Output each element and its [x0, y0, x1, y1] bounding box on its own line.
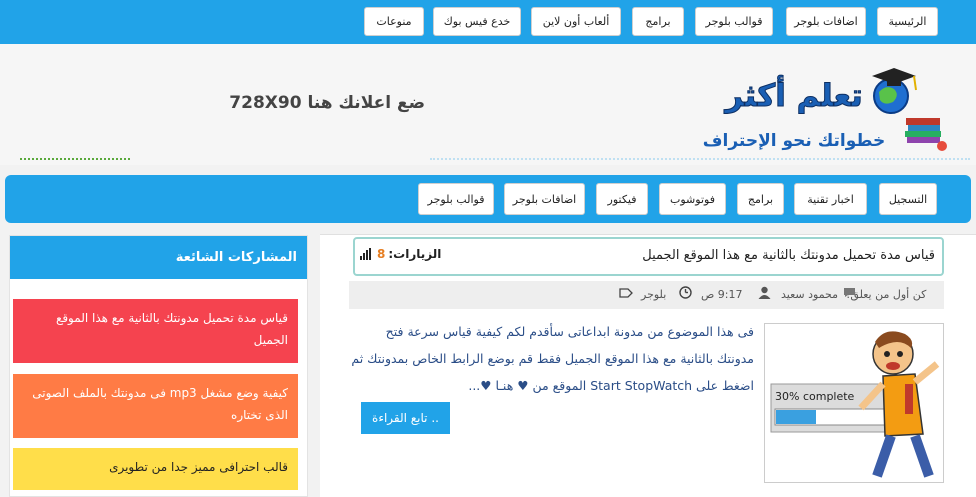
post-thumbnail[interactable]: 30% complete [764, 323, 944, 483]
top-menu-programs[interactable]: برامج [632, 7, 684, 36]
sidebar-title: المشاركات الشائعة [10, 236, 307, 279]
nav-vector[interactable]: فيكتور [596, 183, 648, 215]
nav-blogger-templates[interactable]: قوالب بلوجر [418, 183, 494, 215]
logo-graphic: تعلم أكثر خطواتك نحو الإحتراف [703, 68, 947, 151]
post-title[interactable]: قياس مدة تحميل مدونتك بالثانية مع هذا ال… [642, 248, 935, 263]
top-menu-bar: الرئيسية اضافات بلوجر قوالب بلوجر برامج … [0, 0, 976, 44]
main-nav-bar: التسجيل اخبار تقنية برامج فوتوشوب فيكتور… [5, 175, 971, 223]
nav-register[interactable]: التسجيل [879, 183, 937, 215]
post-time: 9:17 ص [701, 288, 743, 301]
post-title-box[interactable]: قياس مدة تحميل مدونتك بالثانية مع هذا ال… [353, 237, 944, 276]
sidebar-popular-posts: المشاركات الشائعة قياس مدة تحميل مدونتك … [9, 235, 308, 497]
site-logo[interactable]: تعلم أكثر خطواتك نحو الإحتراف [694, 62, 954, 162]
nav-blogger-addons[interactable]: اضافات بلوجر [504, 183, 585, 215]
comments-link[interactable]: كن أول من يعلق! [846, 288, 926, 301]
tag-icon [619, 288, 633, 298]
popular-post-item[interactable]: قياس مدة تحميل مدونتك بالثانية مع هذا ال… [13, 299, 298, 363]
visits-count: 8 [377, 247, 386, 261]
post-author[interactable]: محمود سعيد [781, 288, 838, 301]
popular-post-item[interactable]: كيفية وضع مشغل mp3 فى مدونتك بالملف الصو… [13, 374, 298, 438]
comment-icon [844, 288, 855, 297]
user-icon [758, 286, 771, 299]
logo-tagline: خطواتك نحو الإحتراف [703, 131, 885, 151]
top-menu-blogger-addons[interactable]: اضافات بلوجر [786, 7, 866, 36]
progress-text: 30% complete [775, 390, 855, 403]
top-menu-blogger-templates[interactable]: قوالب بلوجر [695, 7, 773, 36]
visits-counter: الزيارات: 8 [360, 247, 441, 261]
clock-icon [679, 286, 692, 299]
nav-programs[interactable]: برامج [737, 183, 784, 215]
logo-title: تعلم أكثر [723, 75, 863, 114]
thumbnail-illustration: 30% complete [765, 324, 943, 482]
top-menu-home[interactable]: الرئيسية [877, 7, 938, 36]
top-menu-online-games[interactable]: ألعاب أون لاين [531, 7, 621, 36]
visits-label: الزيارات: [388, 247, 442, 261]
nav-photoshop[interactable]: فوتوشوب [659, 183, 726, 215]
header-divider [430, 158, 970, 161]
top-menu-misc[interactable]: منوعات [364, 7, 424, 36]
bar-chart-icon [360, 248, 371, 260]
popular-post-item[interactable]: قالب احترافى مميز جدا من تطويرى [13, 448, 298, 490]
top-menu-facebook-tricks[interactable]: خدع فيس بوك [433, 7, 521, 36]
header-divider [20, 158, 130, 161]
post-excerpt: فى هذا الموضوع من مدونة ابداعاتى سأقدم ل… [351, 324, 754, 393]
post-label-link[interactable]: بلوجر [641, 288, 666, 301]
read-more-button[interactable]: تابع القراءة .. [361, 402, 450, 434]
post-meta-bar: كن أول من يعلق! محمود سعيد 9:17 ص بلوجر [349, 281, 944, 309]
ad-placeholder-text: ضع اعلانك هنا 728X90 [229, 93, 425, 113]
nav-tech-news[interactable]: اخبار تقنية [794, 183, 867, 215]
